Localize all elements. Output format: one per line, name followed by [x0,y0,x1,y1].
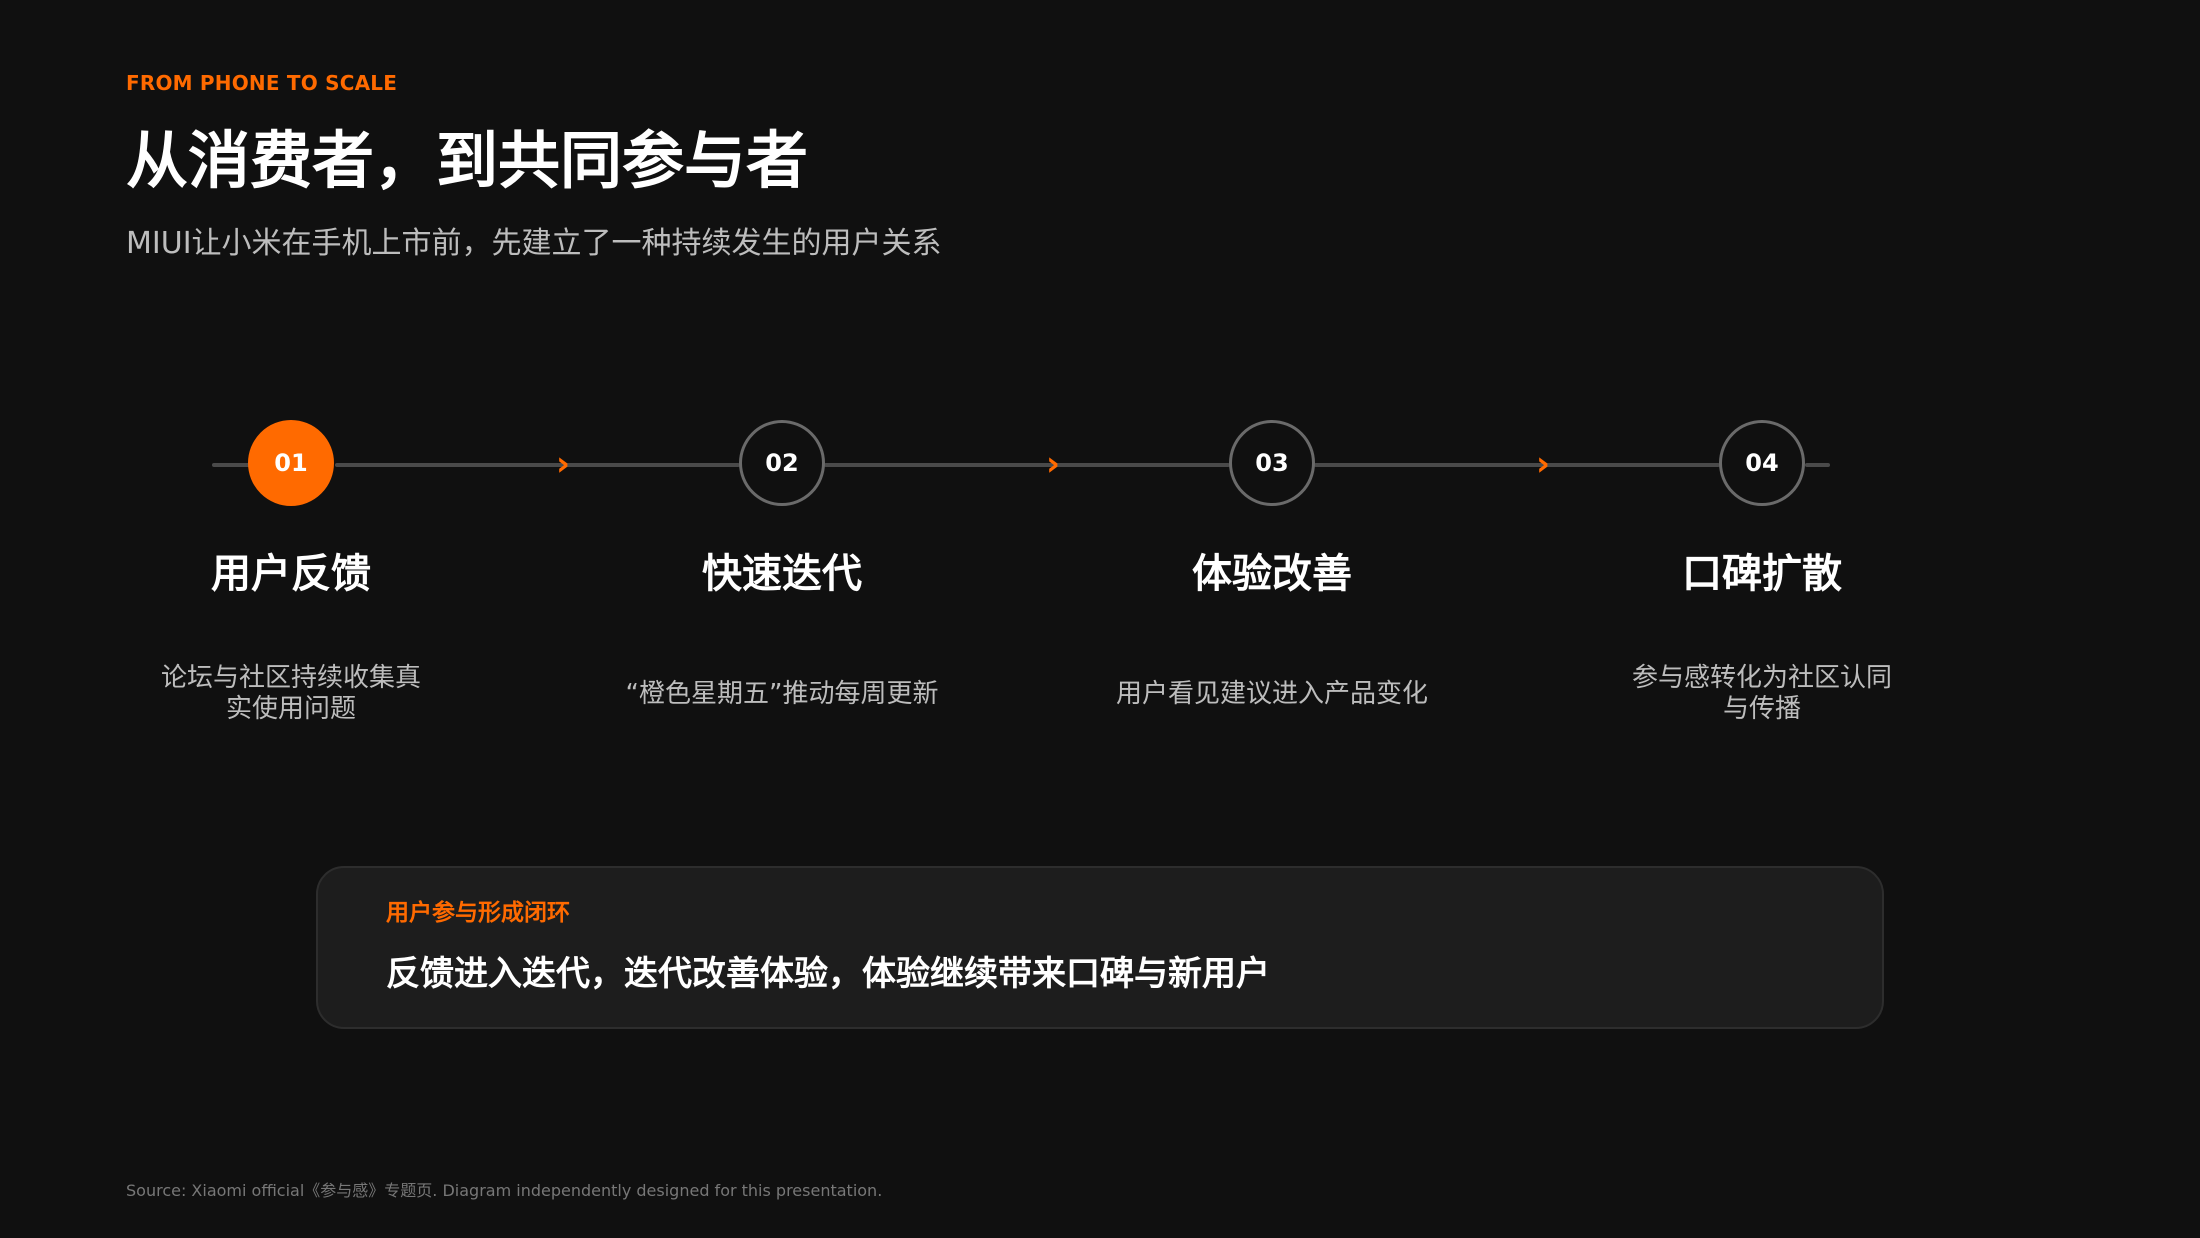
chevron-right-icon: › [555,444,570,484]
step-number-badge: 01 [248,420,334,506]
page-title: 从消费者，到共同参与者 [126,124,809,197]
timeline-line-01-02 [335,463,740,467]
process-step-03: 03 体验改善 用户看见建议进入产品变化 [1102,420,1442,726]
step-description: 参与感转化为社区认同与传播 [1631,663,1892,724]
timeline-line-end [1805,463,1830,467]
chevron-right-icon: › [1045,444,1060,484]
timeline-line-02-03 [824,463,1230,467]
step-description: 论坛与社区持续收集真实使用问题 [160,663,421,724]
step-number-badge: 04 [1719,420,1805,506]
process-step-04: 04 口碑扩散 参与感转化为社区认同与传播 [1592,420,1932,726]
loop-statement: 反馈进入迭代，迭代改善体验，体验继续带来口碑与新用户 [386,954,1270,994]
timeline-line-03-04 [1314,463,1720,467]
step-description: “橙色星期五”推动每周更新 [625,678,939,709]
step-title: 口碑扩散 [1682,551,1842,597]
step-number-badge: 03 [1229,420,1315,506]
step-number-badge: 02 [739,420,825,506]
step-description: 用户看见建议进入产品变化 [1115,678,1428,709]
feedback-loop-card: 用户参与形成闭环 反馈进入迭代，迭代改善体验，体验继续带来口碑与新用户 [316,866,1884,1029]
step-title: 用户反馈 [211,551,371,597]
process-step-01: 01 用户反馈 论坛与社区持续收集真实使用问题 [121,420,461,726]
step-title: 体验改善 [1192,551,1352,597]
chevron-right-icon: › [1535,444,1550,484]
timeline-line-start [212,463,317,467]
page-subtitle: MIUI让小米在手机上市前，先建立了一种持续发生的用户关系 [126,226,942,261]
source-note: Source: Xiaomi official《参与感》专题页. Diagram… [126,1181,883,1200]
loop-label: 用户参与形成闭环 [386,900,570,926]
eyebrow: FROM PHONE TO SCALE [126,71,398,95]
process-step-02: 02 快速迭代 “橙色星期五”推动每周更新 [612,420,952,726]
step-title: 快速迭代 [702,551,862,597]
slide: FROM PHONE TO SCALE 从消费者，到共同参与者 MIUI让小米在… [0,0,2200,1238]
